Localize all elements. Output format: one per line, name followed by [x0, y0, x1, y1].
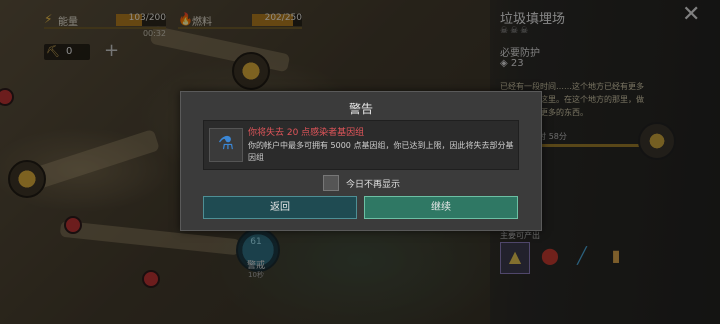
dialog-title: 警告 — [348, 102, 373, 116]
gene-item-slot: ⚗ — [209, 128, 243, 162]
dialog-message-box: ⚗ 你将失去 20 点感染者基因组 你的帐户中最多可拥有 5000 点基因组，你… — [203, 120, 519, 170]
back-button[interactable]: 返回 — [203, 196, 357, 219]
warning-text: 你将失去 20 点感染者基因组 — [248, 128, 365, 138]
gene-vial-icon: ⚗ — [217, 133, 235, 154]
dont-show-label[interactable]: 今日不再显示 — [346, 177, 400, 190]
continue-button[interactable]: 继续 — [364, 196, 518, 219]
detail-text: 你的帐户中最多可拥有 5000 点基因组，你已达到上限，因此将失去部分基因组 — [248, 141, 514, 162]
warning-dialog: 警告 ⚗ 你将失去 20 点感染者基因组 你的帐户中最多可拥有 5000 点基因… — [180, 91, 542, 231]
dont-show-checkbox[interactable] — [323, 175, 339, 191]
